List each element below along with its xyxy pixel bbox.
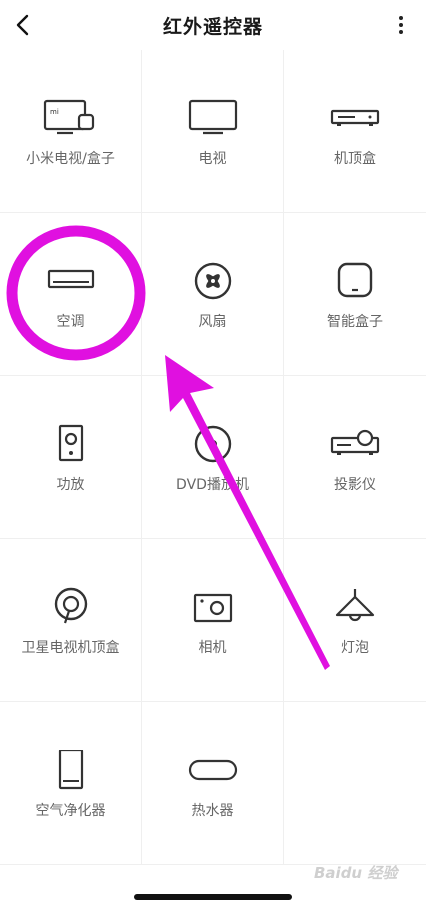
device-item-air-purifier[interactable]: 空气净化器 xyxy=(0,702,142,865)
more-vertical-icon xyxy=(399,16,403,34)
water-heater-icon xyxy=(188,759,237,781)
dvd-player-icon xyxy=(194,425,231,463)
device-label: 灯泡 xyxy=(341,640,369,656)
home-indicator[interactable] xyxy=(134,894,292,900)
lamp-icon xyxy=(335,589,375,622)
device-item-tv[interactable]: 电视 xyxy=(142,50,284,213)
device-label: 投影仪 xyxy=(334,477,376,493)
device-label: 机顶盒 xyxy=(334,151,376,167)
device-label: 电视 xyxy=(198,151,227,167)
device-item-lamp[interactable]: 灯泡 xyxy=(284,539,426,702)
device-label: 热水器 xyxy=(191,803,234,819)
device-item-mi-tv-box[interactable]: mi 小米电视/盒子 xyxy=(0,50,142,213)
device-item-projector[interactable]: 投影仪 xyxy=(284,376,426,539)
svg-text:mi: mi xyxy=(50,108,59,116)
device-grid: mi 小米电视/盒子 电视 机顶盒 空调 风扇 智能盒子 功放 DVD播放机 投… xyxy=(0,50,426,865)
more-options-button[interactable] xyxy=(386,8,416,42)
device-label: 风扇 xyxy=(198,314,227,330)
mi-tv-box-icon: mi xyxy=(43,99,94,135)
camera-icon xyxy=(193,593,232,623)
page-title: 红外遥控器 xyxy=(162,16,263,38)
device-item-fan[interactable]: 风扇 xyxy=(142,213,284,376)
fan-icon xyxy=(194,262,231,300)
empty-grid-cell xyxy=(284,702,426,865)
header-bar: 红外遥控器 xyxy=(0,0,426,50)
device-item-amplifier[interactable]: 功放 xyxy=(0,376,142,539)
device-label: 空气净化器 xyxy=(35,803,106,819)
air-purifier-icon xyxy=(58,750,83,790)
device-label: 空调 xyxy=(56,314,85,330)
device-item-air-conditioner[interactable]: 空调 xyxy=(0,213,142,376)
air-conditioner-icon xyxy=(47,269,94,289)
device-item-smart-box[interactable]: 智能盒子 xyxy=(284,213,426,376)
device-label: 智能盒子 xyxy=(327,314,383,330)
device-item-water-heater[interactable]: 热水器 xyxy=(142,702,284,865)
satellite-icon xyxy=(54,587,87,624)
device-item-set-top-box[interactable]: 机顶盒 xyxy=(284,50,426,213)
device-label: DVD播放机 xyxy=(176,477,249,493)
set-top-box-icon xyxy=(330,109,380,126)
device-label: 小米电视/盒子 xyxy=(26,151,115,167)
watermark: Baidu 经验 xyxy=(314,864,398,882)
tv-icon xyxy=(188,99,237,135)
amplifier-speaker-icon xyxy=(58,424,83,462)
device-item-camera[interactable]: 相机 xyxy=(142,539,284,702)
smart-box-icon xyxy=(337,262,373,298)
device-label: 卫星电视机顶盒 xyxy=(21,640,120,656)
device-label: 功放 xyxy=(56,477,85,493)
device-item-satellite[interactable]: 卫星电视机顶盒 xyxy=(0,539,142,702)
projector-icon xyxy=(330,429,380,455)
device-item-dvd-player[interactable]: DVD播放机 xyxy=(142,376,284,539)
device-label: 相机 xyxy=(198,640,227,656)
